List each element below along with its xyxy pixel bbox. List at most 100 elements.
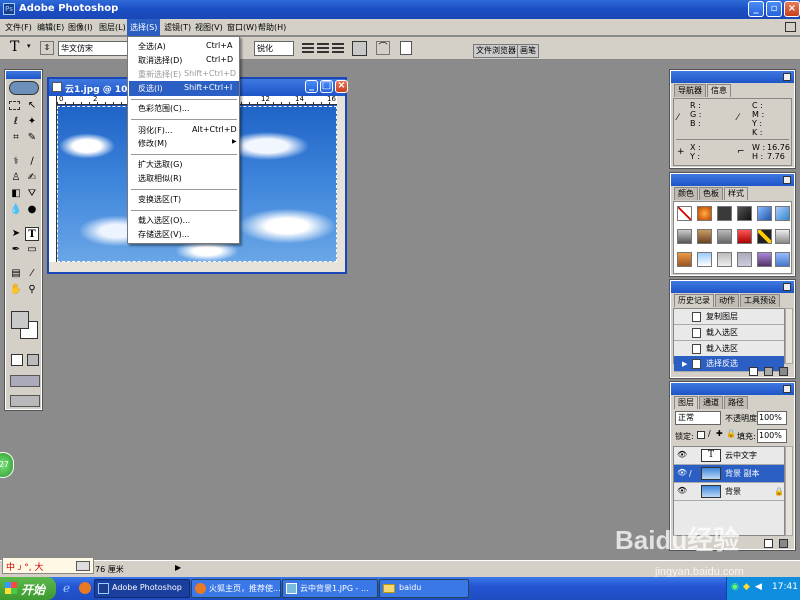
lock-position-icon[interactable]: ✚ <box>716 429 723 438</box>
doc-maximize-button[interactable]: □ <box>320 80 333 93</box>
style-swatch[interactable] <box>717 252 732 267</box>
eye-icon[interactable]: 👁 <box>677 486 687 496</box>
screen-mode-icon[interactable] <box>10 375 40 387</box>
restore-doc-icon[interactable] <box>785 22 796 32</box>
tab-file-browser[interactable]: 文件浏览器 <box>473 44 519 58</box>
snapshot-icon[interactable] <box>764 367 773 376</box>
style-swatch[interactable] <box>757 229 772 244</box>
menu-item-save-selection[interactable]: 存储选区(V)... <box>138 229 189 240</box>
quicklaunch-firefox-icon[interactable] <box>79 582 91 594</box>
tab-paths[interactable]: 路径 <box>724 396 748 409</box>
style-swatch[interactable] <box>757 206 772 221</box>
close-button[interactable]: × <box>784 1 800 17</box>
menu-item-select-all[interactable]: 全选(A) <box>138 41 166 52</box>
tab-layers[interactable]: 图层 <box>674 396 698 409</box>
menu-item-feather[interactable]: 羽化(F)... <box>138 125 172 136</box>
style-none-swatch[interactable] <box>677 206 692 221</box>
minimize-button[interactable]: _ <box>748 1 764 17</box>
task-photoshop[interactable]: Adobe Photoshop <box>94 579 190 598</box>
style-swatch[interactable] <box>717 206 732 221</box>
task-image-viewer[interactable]: 云中背景1.JPG - ... <box>282 579 378 598</box>
menu-item-color-range[interactable]: 色彩范围(C)... <box>138 103 189 114</box>
fill-field[interactable]: 100% <box>757 429 787 443</box>
blur-tool-icon[interactable]: 💧 <box>9 203 23 217</box>
lock-transparency-icon[interactable] <box>697 431 705 439</box>
foreground-color-swatch[interactable] <box>11 311 29 329</box>
clone-stamp-icon[interactable]: ♙ <box>9 171 23 185</box>
healing-brush-icon[interactable]: ⚕ <box>9 155 23 169</box>
ime-toolbar[interactable]: 中 ᴊ °, 大 <box>2 557 94 574</box>
floating-badge[interactable]: 27 <box>0 452 14 478</box>
tab-swatches[interactable]: 色板 <box>699 187 723 200</box>
style-swatch[interactable] <box>775 206 790 221</box>
menu-item-grow[interactable]: 扩大选取(G) <box>138 159 182 170</box>
layer-row[interactable]: 👁 T 云中文字 <box>674 447 784 465</box>
hand-tool-icon[interactable]: ✋ <box>9 283 23 297</box>
menu-item-inverse[interactable]: 反选(I) <box>138 83 163 94</box>
style-swatch[interactable] <box>717 229 732 244</box>
palette-toggle-icon[interactable] <box>400 41 412 55</box>
horizontal-scrollbar[interactable] <box>49 262 345 272</box>
menu-select[interactable]: 选择(S) <box>127 19 161 36</box>
ime-keyboard-icon[interactable] <box>76 561 90 571</box>
menu-item-modify[interactable]: 修改(M) <box>138 138 167 149</box>
menu-view[interactable]: 视图(V) <box>193 19 225 36</box>
dodge-tool-icon[interactable]: ● <box>25 203 39 217</box>
toggle-orientation-icon[interactable]: ⇕ <box>40 41 54 55</box>
eye-icon[interactable]: 👁 <box>677 468 687 478</box>
marquee-tool-icon[interactable] <box>9 101 20 110</box>
tab-navigator[interactable]: 导航器 <box>674 84 706 97</box>
panel-close-icon[interactable] <box>783 176 791 184</box>
type-tool-icon[interactable]: T <box>25 227 39 241</box>
menu-window[interactable]: 窗口(W) <box>225 19 259 36</box>
jump-to-imageready-icon[interactable] <box>10 395 40 407</box>
style-swatch[interactable] <box>697 229 712 244</box>
paint-bucket-icon[interactable]: ⛛ <box>25 187 39 201</box>
doc-close-button[interactable]: × <box>335 80 348 93</box>
warp-text-icon[interactable]: ⌒ <box>376 41 390 55</box>
style-swatch[interactable] <box>697 252 712 267</box>
menu-edit[interactable]: 编辑(E) <box>35 19 66 36</box>
align-right-icon[interactable] <box>332 43 344 53</box>
move-tool-icon[interactable]: ↖ <box>25 99 39 113</box>
quickmask-mode-icon[interactable] <box>27 354 39 366</box>
style-swatch[interactable] <box>737 229 752 244</box>
task-folder[interactable]: baidu <box>379 579 469 598</box>
tab-channels[interactable]: 通道 <box>699 396 723 409</box>
history-scrollbar[interactable] <box>785 308 793 364</box>
style-swatch[interactable] <box>775 252 790 267</box>
new-document-icon[interactable] <box>749 367 758 376</box>
tray-security-icon[interactable]: ◆ <box>743 582 750 592</box>
menu-filter[interactable]: 滤镜(T) <box>162 19 193 36</box>
status-menu-arrow-icon[interactable]: ▶ <box>175 563 181 572</box>
menu-help[interactable]: 帮助(H) <box>256 19 288 36</box>
zoom-tool-icon[interactable]: ⚲ <box>25 283 39 297</box>
restore-button[interactable]: ▫ <box>766 1 782 17</box>
task-firefox[interactable]: 火狐主页，推荐使... <box>191 579 281 598</box>
tray-volume-icon[interactable]: ◀ <box>755 582 762 592</box>
panel-close-icon[interactable] <box>783 283 791 291</box>
font-family-select[interactable]: 华文仿宋 <box>58 41 130 56</box>
blend-mode-select[interactable]: 正常 <box>675 411 721 425</box>
opacity-field[interactable]: 100% <box>757 411 787 425</box>
start-button[interactable]: 开始 <box>0 577 56 600</box>
layer-row-selected[interactable]: 👁 ∕ 背景 副本 <box>674 465 784 483</box>
tab-color[interactable]: 颜色 <box>674 187 698 200</box>
style-swatch[interactable] <box>677 229 692 244</box>
lock-pixels-icon[interactable]: ∕ <box>708 429 711 438</box>
tab-info[interactable]: 信息 <box>707 84 731 97</box>
history-item[interactable]: 载入选区 <box>674 341 784 357</box>
style-swatch[interactable] <box>697 206 712 221</box>
vertical-scrollbar[interactable] <box>337 96 345 262</box>
quicklaunch-ie-icon[interactable]: ℯ <box>63 581 70 595</box>
pen-tool-icon[interactable]: ✒ <box>9 243 23 257</box>
brush-tool-icon[interactable]: ∕ <box>25 155 39 169</box>
history-brush-icon[interactable]: ✍ <box>25 171 39 185</box>
history-slider-icon[interactable]: ▶ <box>682 356 687 372</box>
menu-item-similar[interactable]: 选取相似(R) <box>138 173 182 184</box>
layer-row[interactable]: 👁 背景 🔒 <box>674 483 784 501</box>
magic-wand-icon[interactable]: ✦ <box>25 115 39 129</box>
trash-icon[interactable] <box>779 367 788 376</box>
menu-layer[interactable]: 图层(L) <box>97 19 128 36</box>
menu-item-deselect[interactable]: 取消选择(D) <box>138 55 182 66</box>
